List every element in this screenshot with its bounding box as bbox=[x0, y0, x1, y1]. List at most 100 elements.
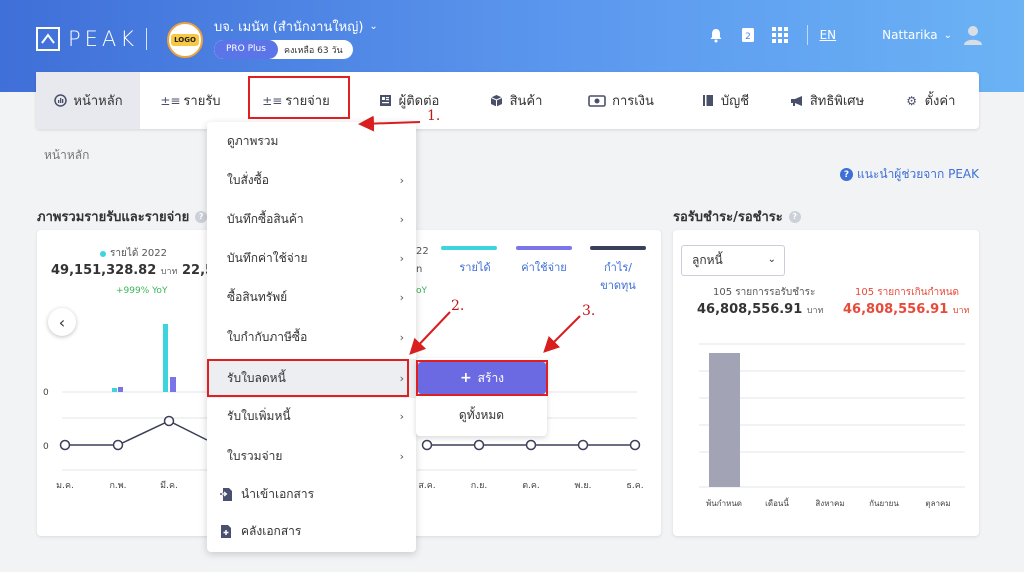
avatar[interactable] bbox=[962, 24, 984, 46]
peak-logo[interactable]: PEAK bbox=[36, 27, 138, 51]
chevron-right-icon: › bbox=[399, 450, 404, 463]
axis-zero-label: 0 bbox=[43, 442, 49, 452]
month-label: ต.ค. bbox=[522, 481, 540, 491]
menu-item-purchase-record[interactable]: บันทึกซื้อสินค้า › bbox=[207, 200, 416, 239]
document-plus-icon bbox=[221, 525, 231, 538]
menu-item-label: ใบกำกับภาษีซื้อ bbox=[227, 330, 308, 344]
megaphone-icon bbox=[790, 94, 804, 108]
chevron-right-icon: › bbox=[399, 331, 404, 344]
pending-label: 105 รายการรอรับชำระ bbox=[713, 287, 816, 298]
nav-item-income[interactable]: ±≡ รายรับ bbox=[140, 72, 244, 129]
bar-expense-mar bbox=[170, 377, 176, 392]
receivable-chart: พ้นกำหนด เดือนนี้ สิงหาคม กันยายน ตุลาคม bbox=[699, 343, 965, 508]
profit-point bbox=[163, 415, 175, 427]
menu-item-expense-record[interactable]: บันทึกค่าใช้จ่าย › bbox=[207, 239, 416, 278]
view-all-link[interactable]: ดูทั้งหมด bbox=[416, 400, 547, 430]
company-name: บจ. เมนัท (สำนักงานใหญ่) bbox=[214, 20, 364, 35]
company-logo[interactable]: LOGO bbox=[167, 22, 203, 58]
legend-expense[interactable]: ค่าใช้จ่าย bbox=[516, 246, 572, 276]
legend-profit[interactable]: กำไร/ขาดทุน bbox=[590, 246, 646, 294]
company-logo-text: LOGO bbox=[171, 34, 199, 46]
partial-label: n bbox=[416, 264, 423, 275]
book-icon bbox=[701, 94, 715, 108]
menu-item-buy-asset[interactable]: ซื้อสินทรัพย์ › bbox=[207, 278, 416, 317]
nav-item-contacts[interactable]: ผู้ติดต่อ bbox=[351, 72, 467, 129]
bar-income-mar bbox=[163, 324, 168, 392]
legend-income[interactable]: รายได้ bbox=[441, 246, 497, 276]
category-label: สิงหาคม bbox=[815, 499, 844, 508]
month-label: ม.ค. bbox=[56, 481, 74, 491]
annotation-box-create bbox=[416, 360, 548, 396]
user-menu[interactable]: Nattarika ⌄ bbox=[882, 28, 952, 42]
plan-badge: PRO Plus คงเหลือ 63 วัน bbox=[214, 40, 353, 59]
legend-swatch bbox=[590, 246, 646, 250]
nav-item-settings[interactable]: ⚙ ตั้งค่า bbox=[881, 72, 979, 129]
annotation-box-expense bbox=[248, 76, 350, 119]
profit-point bbox=[421, 439, 433, 451]
profit-point bbox=[112, 439, 124, 451]
menu-item-label: บันทึกซื้อสินค้า bbox=[227, 212, 304, 226]
money-icon bbox=[588, 94, 606, 108]
menu-item-combined-payment[interactable]: ใบรวมจ่าย › bbox=[207, 437, 416, 476]
chevron-right-icon: › bbox=[399, 252, 404, 265]
profit-line-left bbox=[65, 420, 208, 446]
month-label: พ.ย. bbox=[575, 481, 592, 491]
chevron-right-icon: › bbox=[399, 213, 404, 226]
chevron-down-icon: ⌄ bbox=[943, 29, 952, 41]
month-label: ก.พ. bbox=[109, 481, 126, 491]
legend-swatch bbox=[441, 246, 497, 250]
profit-point bbox=[629, 439, 641, 451]
user-name: Nattarika bbox=[882, 28, 938, 42]
menu-item-overview[interactable]: ดูภาพรวม bbox=[207, 122, 416, 161]
nav-item-dashboard[interactable]: หน้าหลัก bbox=[36, 72, 140, 129]
profit-point bbox=[525, 439, 537, 451]
info-icon[interactable]: ? bbox=[195, 210, 208, 223]
language-switch[interactable]: EN bbox=[820, 28, 837, 42]
menu-item-label: บันทึกค่าใช้จ่าย bbox=[227, 251, 308, 265]
receivable-type-select[interactable]: ลูกหนี้ ⌄ bbox=[681, 245, 785, 276]
nav-label: บัญชี bbox=[720, 94, 750, 109]
menu-item-purchase-order[interactable]: ใบสั่งซื้อ › bbox=[207, 161, 416, 200]
income-yoy: +999% YoY bbox=[116, 286, 168, 296]
document-icon[interactable]: 2 bbox=[739, 26, 757, 44]
bell-icon[interactable] bbox=[707, 26, 725, 44]
legend-label: กำไร/ขาดทุน bbox=[600, 261, 636, 292]
legend-label: ค่าใช้จ่าย bbox=[521, 261, 567, 274]
plan-name: PRO Plus bbox=[214, 40, 278, 59]
nav-item-products[interactable]: สินค้า bbox=[467, 72, 565, 129]
nav-item-privileges[interactable]: สิทธิพิเศษ bbox=[773, 72, 881, 129]
menu-item-document-storage[interactable]: คลังเอกสาร bbox=[207, 512, 416, 551]
nav-item-accounting[interactable]: บัญชี bbox=[677, 72, 773, 129]
peak-logo-icon bbox=[36, 27, 60, 51]
legend-label: รายได้ bbox=[459, 261, 491, 274]
menu-item-receive-debit-note[interactable]: รับใบเพิ่มหนี้ › bbox=[207, 397, 416, 436]
overdue-value: 46,808,556.91 bbox=[843, 302, 949, 317]
month-label: ก.ย. bbox=[471, 481, 487, 491]
info-icon[interactable]: ? bbox=[788, 210, 801, 223]
menu-item-import-document[interactable]: นำเข้าเอกสาร bbox=[207, 475, 416, 514]
breadcrumb[interactable]: หน้าหลัก bbox=[44, 146, 89, 165]
month-label: มี.ค. bbox=[160, 480, 178, 491]
currency: บาท bbox=[952, 306, 970, 316]
menu-item-purchase-tax-invoice[interactable]: ใบกำกับภาษีซื้อ › bbox=[207, 318, 416, 357]
dashboard-icon bbox=[53, 94, 67, 108]
divider bbox=[806, 25, 808, 45]
income-legend-label: รายได้ 2022 bbox=[100, 246, 167, 261]
chevron-right-icon: › bbox=[399, 174, 404, 187]
income-icon: ±≡ bbox=[160, 93, 181, 108]
category-label: พ้นกำหนด bbox=[706, 499, 742, 508]
menu-item-label: ดูภาพรวม bbox=[227, 134, 279, 148]
plan-remaining: คงเหลือ 63 วัน bbox=[283, 45, 343, 56]
profit-point bbox=[59, 439, 71, 451]
help-link[interactable]: ? แนะนำผู้ช่วยจาก PEAK bbox=[839, 165, 979, 184]
apps-grid-icon[interactable] bbox=[771, 26, 789, 44]
main-nav: หน้าหลัก ±≡ รายรับ ±≡ รายจ่าย ผู้ติดต่อ … bbox=[36, 72, 979, 129]
income-total: 49,151,328.82 บาท bbox=[51, 263, 178, 278]
profit-point bbox=[473, 439, 485, 451]
company-switcher[interactable]: บจ. เมนัท (สำนักงานใหญ่) ⌄ bbox=[214, 16, 378, 37]
nav-label: การเงิน bbox=[612, 94, 654, 109]
divider bbox=[146, 28, 147, 50]
axis-zero-label: 0 bbox=[43, 388, 49, 398]
nav-item-finance[interactable]: การเงิน bbox=[565, 72, 677, 129]
annotation-box-credit-note bbox=[207, 359, 409, 397]
